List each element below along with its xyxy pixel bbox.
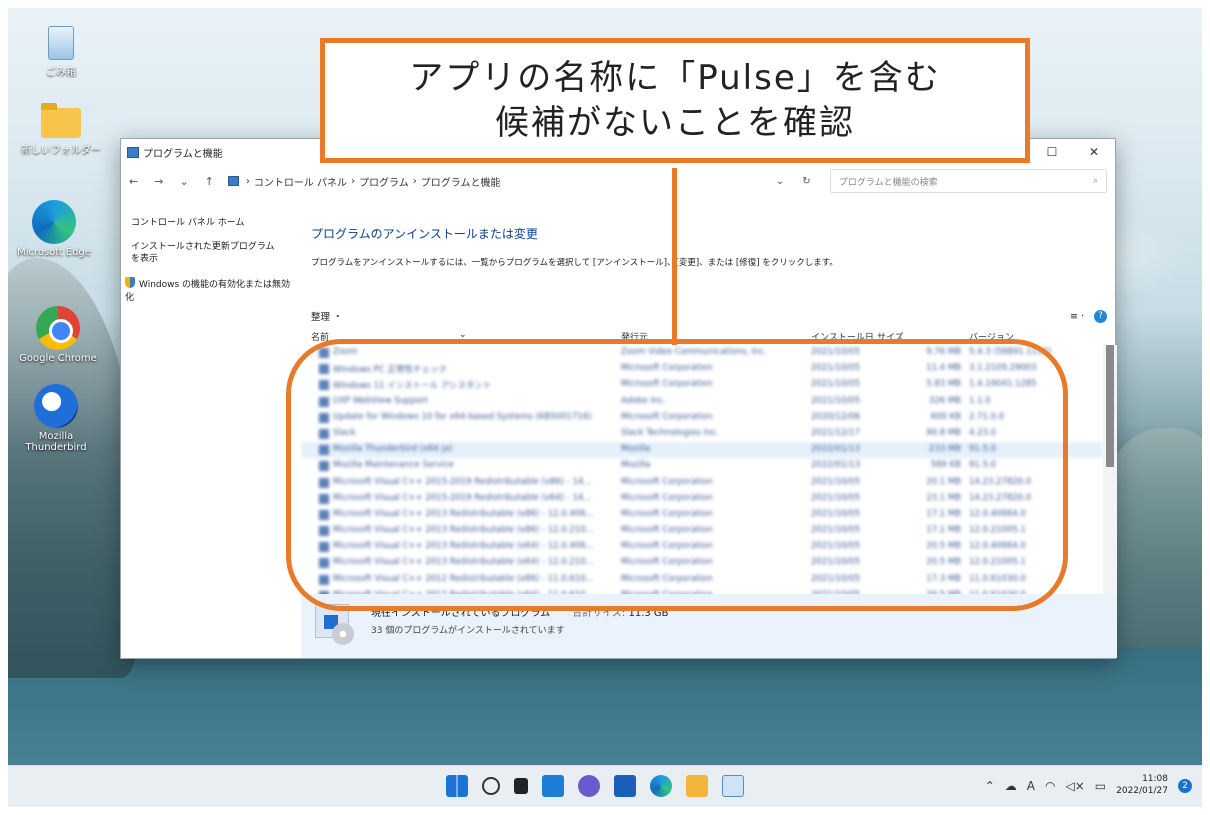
sidebar: コントロール パネル ホーム インストールされた更新プログラムを表示 Windo… (121, 217, 297, 316)
breadcrumb-item[interactable]: プログラム (359, 174, 409, 189)
window-title: プログラムと機能 (143, 148, 223, 160)
refresh-icon[interactable]: ↻ (802, 176, 810, 187)
vertical-scrollbar[interactable] (1103, 345, 1117, 625)
forward-arrow-icon[interactable]: → (154, 175, 163, 188)
widgets-icon[interactable] (542, 775, 564, 797)
callout-line-2: 候補がないことを確認 (495, 102, 855, 143)
task-view-icon[interactable] (514, 778, 528, 794)
view-options-icon[interactable]: ≡ · (1070, 311, 1084, 322)
back-arrow-icon[interactable]: ← (129, 175, 138, 188)
breadcrumb-item[interactable]: プログラムと機能 (421, 174, 501, 189)
desktop-icon-recycle-bin[interactable]: ごみ箱 (13, 22, 109, 78)
battery-icon[interactable]: ▭ (1095, 779, 1106, 793)
desktop-icon-edge[interactable]: Microsoft Edge (8, 200, 102, 258)
control-panel-taskbar-icon[interactable] (722, 775, 744, 797)
folder-icon (41, 103, 81, 138)
toolbar: 整理 ・ ≡ · ? (301, 305, 1117, 327)
chrome-icon (36, 306, 80, 350)
search-placeholder: プログラムと機能の検索 (838, 177, 938, 188)
edge-icon (32, 200, 76, 244)
up-arrow-icon[interactable]: ↑ (205, 175, 214, 188)
recycle-bin-icon (48, 26, 74, 60)
notification-badge[interactable]: 2 (1178, 778, 1192, 793)
search-input[interactable]: プログラムと機能の検索 ⌕ (829, 169, 1107, 193)
taskbar: ⌃ ☁ A ◠ ◁× ▭ 11:08 2022/01/27 2 (8, 765, 1202, 807)
desktop-icon-label: ごみ箱 (46, 67, 76, 78)
page-title: プログラムのアンインストールまたは変更 (311, 227, 538, 241)
program-count: 33 個のプログラムがインストールされています (371, 626, 565, 636)
sidebar-link-home[interactable]: コントロール パネル ホーム (131, 217, 297, 229)
file-explorer-icon[interactable] (686, 775, 708, 797)
sidebar-link-updates[interactable]: インストールされた更新プログラムを表示 (131, 241, 281, 265)
breadcrumb-item[interactable]: コントロール パネル (254, 174, 347, 189)
control-panel-icon (227, 176, 239, 186)
chevron-up-icon[interactable]: ⌃ (985, 779, 995, 793)
close-button[interactable]: ✕ (1073, 139, 1115, 165)
sidebar-link-features-label: Windows の機能の有効化または無効化 (125, 280, 291, 303)
recent-chevron-icon[interactable]: ⌄ (179, 175, 188, 188)
page-description: プログラムをアンインストールするには、一覧からプログラムを選択して [アンインス… (311, 258, 838, 268)
search-icon: ⌕ (1092, 176, 1098, 186)
clock[interactable]: 11:08 2022/01/27 (1116, 774, 1168, 797)
clock-time: 11:08 (1142, 774, 1168, 784)
screen: ごみ箱 新しいフォルダー Microsoft Edge Google Chrom… (8, 8, 1202, 807)
scrollbar-thumb[interactable] (1106, 345, 1114, 467)
maximize-button[interactable]: ☐ (1031, 139, 1073, 165)
speaker-muted-icon[interactable]: ◁× (1065, 779, 1084, 793)
uac-shield-icon (125, 277, 135, 289)
clock-date: 2022/01/27 (1116, 785, 1168, 796)
desktop-icon-label: Mozilla Thunderbird (25, 431, 87, 453)
ime-indicator[interactable]: A (1027, 779, 1035, 793)
wifi-icon[interactable]: ◠ (1045, 779, 1055, 793)
address-bar-row: ← → ⌄ ↑ › コントロール パネル › プログラム › プログラムと機能 … (121, 165, 1115, 197)
highlight-ring (286, 339, 1068, 611)
desktop-icon-label: Microsoft Edge (17, 247, 91, 258)
onedrive-icon[interactable]: ☁ (1005, 779, 1017, 793)
desktop-icon-label: Google Chrome (19, 353, 97, 364)
desktop-icon-label: 新しいフォルダー (21, 145, 101, 156)
edge-taskbar-icon[interactable] (650, 775, 672, 797)
search-icon[interactable] (482, 777, 500, 795)
control-panel-icon (127, 146, 139, 158)
breadcrumb[interactable]: › コントロール パネル › プログラム › プログラムと機能 (227, 169, 776, 193)
callout-connector (672, 168, 677, 345)
mail-icon[interactable] (614, 775, 636, 797)
desktop-icon-thunderbird[interactable]: Mozilla Thunderbird (8, 384, 104, 453)
thunderbird-icon (34, 384, 78, 428)
callout-line-1: アプリの名称に「Pulse」を含む (409, 58, 941, 99)
organize-menu[interactable]: 整理 ・ (311, 309, 343, 323)
annotation-callout: アプリの名称に「Pulse」を含む 候補がないことを確認 (320, 38, 1030, 163)
help-icon[interactable]: ? (1094, 309, 1107, 323)
history-dropdown-icon[interactable]: ⌄ (776, 176, 784, 187)
desktop-icon-chrome[interactable]: Google Chrome (10, 306, 106, 364)
sidebar-link-features[interactable]: Windows の機能の有効化または無効化 (125, 277, 291, 303)
start-windows-icon[interactable] (446, 775, 468, 797)
desktop-icon-new-folder[interactable]: 新しいフォルダー (13, 100, 109, 156)
teams-chat-icon[interactable] (578, 775, 600, 797)
